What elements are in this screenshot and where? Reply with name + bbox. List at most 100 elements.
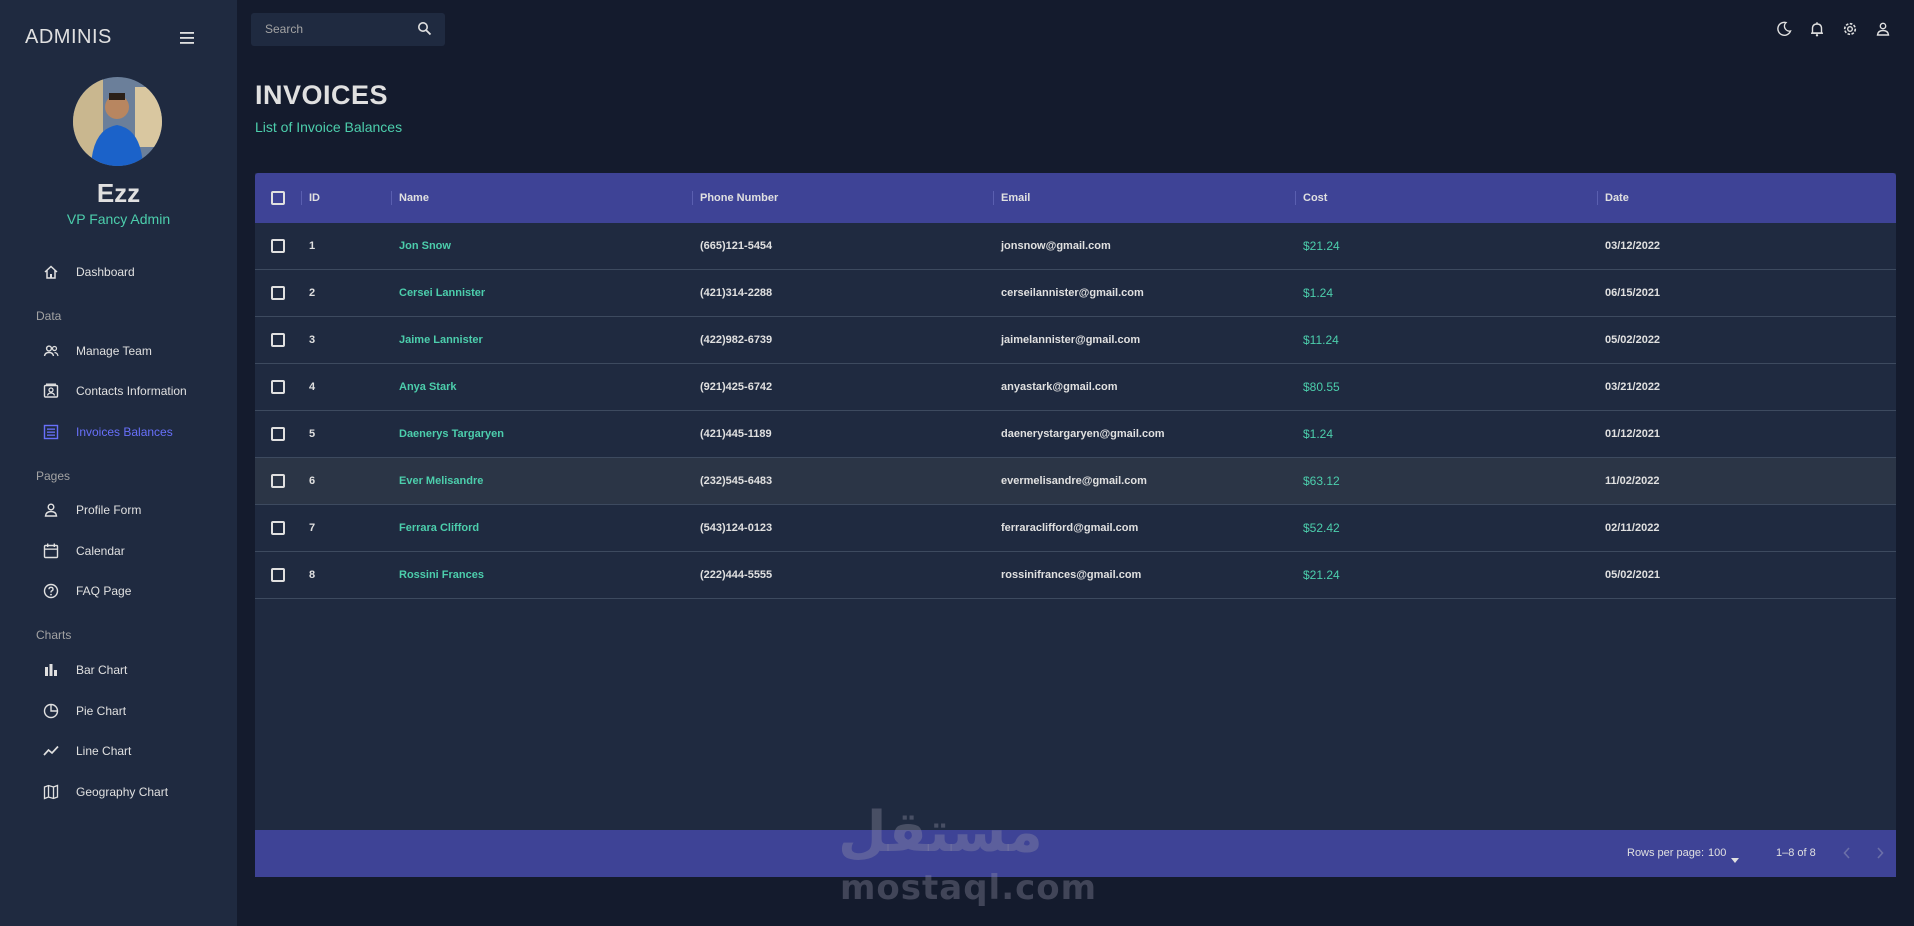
chevron-down-icon[interactable] [1731,850,1739,868]
row-checkbox[interactable] [271,286,285,300]
table-row[interactable]: 6 Ever Melisandre (232)545-6483 evermeli… [255,458,1896,505]
sidebar-item-label: Geography Chart [76,785,169,799]
table-row[interactable]: 2 Cersei Lannister (421)314-2288 cerseil… [255,270,1896,317]
cell-cost: $80.55 [1303,380,1340,394]
notification-icon[interactable] [1809,21,1825,37]
settings-icon[interactable] [1842,21,1858,37]
sidebar-item-invoices[interactable]: Invoices Balances [0,417,237,447]
cell-phone: (665)121-5454 [700,240,773,252]
cell-cost: $21.24 [1303,568,1340,582]
cell-date: 06/15/2021 [1605,287,1661,299]
row-checkbox[interactable] [271,474,285,488]
calendar-icon [43,543,59,559]
cell-id: 3 [309,334,316,346]
column-header-phone[interactable]: Phone Number [700,192,778,204]
select-all-checkbox[interactable] [271,191,285,205]
user-icon[interactable] [1875,21,1891,37]
cell-cost: $1.24 [1303,286,1334,300]
cell-phone: (421)314-2288 [700,287,773,299]
brand-row: ADMINIS [25,26,200,50]
table-row[interactable]: 4 Anya Stark (921)425-6742 anyastark@gma… [255,364,1896,411]
row-checkbox[interactable] [271,380,285,394]
rows-per-page-select[interactable]: 100 [1708,847,1726,859]
sidebar-item-label: Dashboard [76,265,135,279]
sidebar-item-pie-chart[interactable]: Pie Chart [0,696,237,726]
next-page-icon[interactable] [1875,846,1885,865]
cell-date: 01/12/2021 [1605,428,1661,440]
table-row[interactable]: 1 Jon Snow (665)121-5454 jonsnow@gmail.c… [255,223,1896,270]
column-header-id[interactable]: ID [309,192,320,204]
pie-chart-icon [43,703,59,719]
sidebar-item-label: FAQ Page [76,584,132,598]
cell-id: 5 [309,428,316,440]
sidebar-item-label: Line Chart [76,744,132,758]
row-checkbox[interactable] [271,333,285,347]
cell-email: cerseilannister@gmail.com [1001,287,1144,299]
cell-name: Ever Melisandre [399,475,484,487]
cell-name: Anya Stark [399,381,457,393]
cell-phone: (232)545-6483 [700,475,773,487]
cell-email: rossinifrances@gmail.com [1001,569,1142,581]
sidebar-item-dashboard[interactable]: Dashboard [0,257,237,287]
table-row[interactable]: 3 Jaime Lannister (422)982-6739 jaimelan… [255,317,1896,364]
column-header-email[interactable]: Email [1001,192,1030,204]
cell-email: anyastark@gmail.com [1001,381,1118,393]
table-row[interactable]: 8 Rossini Frances (222)444-5555 rossinif… [255,552,1896,599]
sidebar-item-label: Bar Chart [76,663,128,677]
cell-email: jonsnow@gmail.com [1001,240,1111,252]
menu-icon[interactable] [180,31,194,49]
sidebar-item-manage-team[interactable]: Manage Team [0,336,237,366]
invoice-table: ID Name Phone Number Email Cost Date 1 J… [255,173,1896,877]
previous-page-icon[interactable] [1842,846,1852,865]
cell-cost: $1.24 [1303,427,1334,441]
sidebar-item-label: Calendar [76,544,125,558]
column-separator [301,191,302,205]
sidebar-item-contacts[interactable]: Contacts Information [0,376,237,406]
cell-email: daenerystargaryen@gmail.com [1001,428,1165,440]
sidebar-item-profile-form[interactable]: Profile Form [0,495,237,525]
column-header-cost[interactable]: Cost [1303,192,1327,204]
cell-phone: (222)444-5555 [700,569,773,581]
search-input[interactable] [265,20,405,38]
sidebar-item-label: Manage Team [76,344,152,358]
user-name: Ezz [96,178,141,208]
cell-cost: $63.12 [1303,474,1340,488]
sidebar-item-calendar[interactable]: Calendar [0,536,237,566]
user-role: VP Fancy Admin [66,211,171,227]
sidebar-item-bar-chart[interactable]: Bar Chart [0,655,237,685]
page-subtitle: List of Invoice Balances [255,119,403,135]
dark-mode-icon[interactable] [1776,21,1792,37]
sidebar-item-label: Invoices Balances [76,425,173,439]
sidebar-item-geography-chart[interactable]: Geography Chart [0,777,237,807]
row-checkbox[interactable] [271,427,285,441]
cell-email: evermelisandre@gmail.com [1001,475,1147,487]
search-box [251,13,445,46]
column-header-name[interactable]: Name [399,192,429,204]
sidebar-item-faq[interactable]: FAQ Page [0,576,237,606]
section-label-charts: Charts [36,628,72,642]
cell-cost: $21.24 [1303,239,1340,253]
search-icon[interactable] [417,21,432,41]
sidebar-item-label: Profile Form [76,503,142,517]
section-label-pages: Pages [36,469,71,483]
home-icon [43,264,59,280]
cell-id: 7 [309,522,316,534]
map-icon [43,784,59,800]
table-header: ID Name Phone Number Email Cost Date [255,173,1896,223]
table-row[interactable]: 5 Daenerys Targaryen (421)445-1189 daene… [255,411,1896,458]
table-row[interactable]: 7 Ferrara Clifford (543)124-0123 ferrara… [255,505,1896,552]
sidebar-item-line-chart[interactable]: Line Chart [0,736,237,766]
column-separator [1597,191,1598,205]
row-checkbox[interactable] [271,521,285,535]
row-checkbox[interactable] [271,568,285,582]
column-separator [692,191,693,205]
cell-email: ferraraclifford@gmail.com [1001,522,1139,534]
rows-per-page-label: Rows per page: [1627,847,1705,859]
receipt-icon [43,424,59,440]
row-checkbox[interactable] [271,239,285,253]
cell-name: Daenerys Targaryen [399,428,504,440]
section-label-data: Data [36,309,62,323]
column-header-date[interactable]: Date [1605,192,1629,204]
column-separator [391,191,392,205]
cell-date: 03/21/2022 [1605,381,1661,393]
